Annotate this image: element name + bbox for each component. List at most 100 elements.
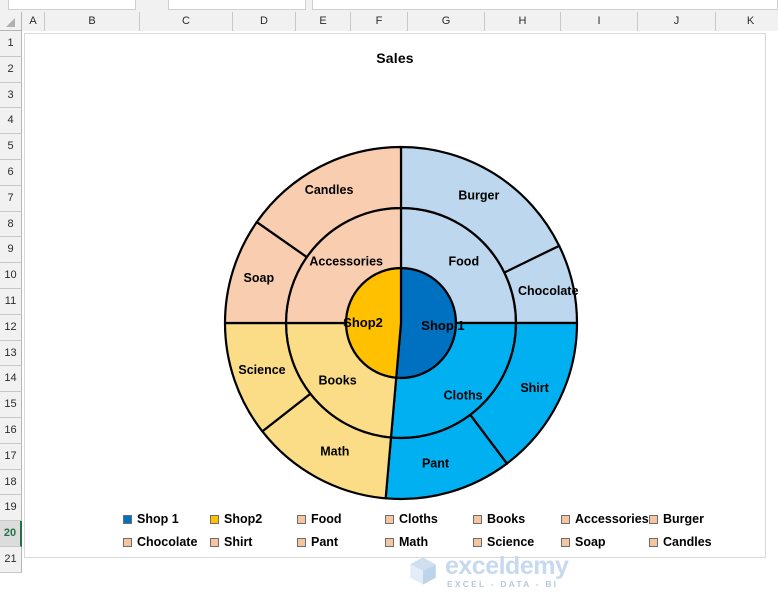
sunburst-label-shop-1: Shop 1 bbox=[421, 318, 464, 333]
legend-label: Candles bbox=[663, 535, 712, 549]
column-header-i[interactable]: I bbox=[561, 12, 638, 31]
legend-item-shop2[interactable]: Shop2 bbox=[210, 508, 262, 530]
sunburst-label-chocolate: Chocolate bbox=[518, 284, 578, 298]
legend-item-accessories[interactable]: Accessories bbox=[561, 508, 649, 530]
row-header-3[interactable]: 3 bbox=[0, 82, 22, 109]
legend-item-soap[interactable]: Soap bbox=[561, 531, 606, 553]
row-header-16[interactable]: 16 bbox=[0, 418, 22, 444]
row-header-7[interactable]: 7 bbox=[0, 185, 22, 212]
legend-item-cloths[interactable]: Cloths bbox=[385, 508, 438, 530]
legend-label: Shop2 bbox=[224, 512, 263, 526]
legend-swatch-icon bbox=[385, 537, 394, 547]
legend-item-pant[interactable]: Pant bbox=[297, 531, 338, 553]
column-header-k[interactable]: K bbox=[716, 12, 778, 31]
legend-item-books[interactable]: Books bbox=[473, 508, 525, 530]
sunburst-label-science: Science bbox=[238, 363, 285, 377]
row-header-17[interactable]: 17 bbox=[0, 443, 22, 470]
legend-item-candles[interactable]: Candles bbox=[649, 531, 712, 553]
sunburst-label-burger: Burger bbox=[458, 189, 499, 203]
legend-item-shop-1[interactable]: Shop 1 bbox=[123, 508, 179, 530]
sunburst-label-soap: Soap bbox=[244, 271, 275, 285]
chart-legend[interactable]: Shop 1 Shop2 Food Cloths Books Accessories Bur… bbox=[25, 506, 765, 554]
legend-swatch-icon bbox=[297, 514, 306, 524]
chart-object[interactable]: Sales Shop 1 Shop2 Food Cloths Books Accessor… bbox=[24, 33, 766, 589]
legend-item-burger[interactable]: Burger bbox=[649, 508, 704, 530]
legend-swatch-icon bbox=[649, 537, 658, 547]
legend-swatch-icon bbox=[649, 514, 658, 524]
row-header-13[interactable]: 13 bbox=[0, 340, 22, 367]
sunburst-label-food: Food bbox=[449, 254, 480, 268]
legend-label: Soap bbox=[575, 535, 606, 549]
column-header-a[interactable]: A bbox=[22, 12, 45, 31]
row-header-5[interactable]: 5 bbox=[0, 134, 22, 160]
legend-swatch-icon bbox=[123, 514, 132, 524]
row-header-6[interactable]: 6 bbox=[0, 160, 22, 186]
legend-swatch-icon bbox=[385, 514, 394, 524]
select-all-triangle-icon bbox=[6, 18, 15, 27]
row-header-15[interactable]: 15 bbox=[0, 392, 22, 418]
legend-label: Food bbox=[311, 512, 342, 526]
legend-label: Accessories bbox=[575, 512, 649, 526]
column-header-j[interactable]: J bbox=[638, 12, 716, 31]
column-header-c[interactable]: C bbox=[140, 12, 233, 31]
legend-item-math[interactable]: Math bbox=[385, 531, 428, 553]
watermark-subtitle: EXCEL - DATA - BI bbox=[447, 579, 559, 589]
row-header-2[interactable]: 2 bbox=[0, 56, 22, 83]
ribbon-group-2 bbox=[168, 0, 306, 10]
row-header-19[interactable]: 19 bbox=[0, 495, 22, 522]
sunburst-label-pant: Pant bbox=[422, 457, 450, 471]
sunburst-label-shirt: Shirt bbox=[520, 381, 549, 395]
legend-row-bottom: Chocolate Shirt Pant Math Science Soap Candles bbox=[25, 531, 765, 553]
sunburst-svg: Shop 1 Shop2 Food Cloths Books Accessories Bur… bbox=[223, 145, 578, 501]
legend-swatch-icon bbox=[473, 537, 482, 547]
select-all-corner[interactable] bbox=[0, 12, 22, 31]
row-header-9[interactable]: 9 bbox=[0, 237, 22, 264]
legend-item-food[interactable]: Food bbox=[297, 508, 342, 530]
ribbon-strip bbox=[0, 0, 778, 12]
sunburst-label-shop2: Shop2 bbox=[343, 315, 383, 330]
legend-swatch-icon bbox=[473, 514, 482, 524]
row-header-11[interactable]: 11 bbox=[0, 289, 22, 315]
legend-label: Chocolate bbox=[137, 535, 198, 549]
row-header-12[interactable]: 12 bbox=[0, 314, 22, 341]
legend-swatch-icon bbox=[210, 514, 219, 524]
legend-label: Shop 1 bbox=[137, 512, 179, 526]
legend-label: Cloths bbox=[399, 512, 438, 526]
sunburst-label-candles: Candles bbox=[305, 183, 354, 197]
legend-label: Math bbox=[399, 535, 429, 549]
row-header-18[interactable]: 18 bbox=[0, 469, 22, 496]
legend-item-shirt[interactable]: Shirt bbox=[210, 531, 252, 553]
sunburst-label-cloths: Cloths bbox=[444, 389, 483, 403]
row-header-10[interactable]: 10 bbox=[0, 263, 22, 289]
row-header-14[interactable]: 14 bbox=[0, 366, 22, 393]
legend-swatch-icon bbox=[561, 537, 570, 547]
row-header-4[interactable]: 4 bbox=[0, 108, 22, 135]
ribbon-group-1 bbox=[8, 0, 136, 10]
legend-item-science[interactable]: Science bbox=[473, 531, 534, 553]
row-header-1[interactable]: 1 bbox=[0, 31, 22, 57]
legend-item-chocolate[interactable]: Chocolate bbox=[123, 531, 197, 553]
column-header-g[interactable]: G bbox=[408, 12, 485, 31]
row-header-8[interactable]: 8 bbox=[0, 211, 22, 238]
column-header-f[interactable]: F bbox=[351, 12, 408, 31]
ribbon-group-3 bbox=[312, 0, 778, 10]
column-header-d[interactable]: D bbox=[233, 12, 296, 31]
column-header-e[interactable]: E bbox=[296, 12, 351, 31]
legend-label: Science bbox=[487, 535, 535, 549]
row-header-21[interactable]: 21 bbox=[0, 547, 22, 573]
legend-swatch-icon bbox=[561, 514, 570, 524]
chart-plot-area[interactable]: Shop 1 Shop2 Food Cloths Books Accessories Bur… bbox=[25, 34, 765, 559]
sunburst-label-math: Math bbox=[320, 444, 349, 458]
legend-swatch-icon bbox=[297, 537, 306, 547]
legend-swatch-icon bbox=[210, 537, 219, 547]
legend-label: Pant bbox=[311, 535, 339, 549]
row-header-20[interactable]: 20 bbox=[0, 521, 22, 547]
sunburst-label-books: Books bbox=[318, 373, 356, 387]
column-header-b[interactable]: B bbox=[45, 12, 140, 31]
legend-label: Books bbox=[487, 512, 526, 526]
legend-row-top: Shop 1 Shop2 Food Cloths Books Accessories Bur… bbox=[25, 508, 765, 530]
excel-window: ABCDEFGHIJK 1 2 3 4 5 6 7 8 9 10 11 12 13 14 15 16 17 18 1… bbox=[0, 0, 778, 589]
legend-label: Burger bbox=[663, 512, 704, 526]
sunburst-label-accessories: Accessories bbox=[309, 254, 383, 268]
column-header-h[interactable]: H bbox=[485, 12, 561, 31]
